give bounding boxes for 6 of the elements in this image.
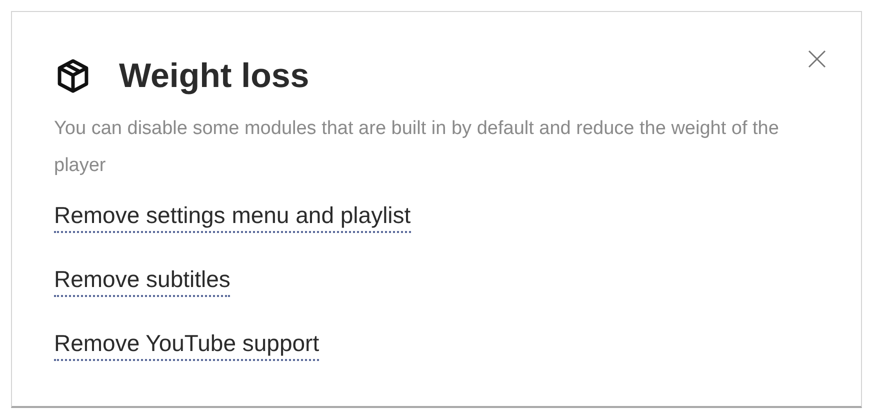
close-icon[interactable] [807, 49, 827, 69]
dialog-title: Weight loss [119, 56, 310, 97]
option-link[interactable]: Remove settings menu and playlist [54, 199, 411, 233]
option-link[interactable]: Remove subtitles [54, 263, 230, 297]
dialog-description: You can disable some modules that are built in by default and reduce the weight of the player [54, 117, 780, 178]
option-link[interactable]: Remove YouTube support [54, 327, 320, 361]
